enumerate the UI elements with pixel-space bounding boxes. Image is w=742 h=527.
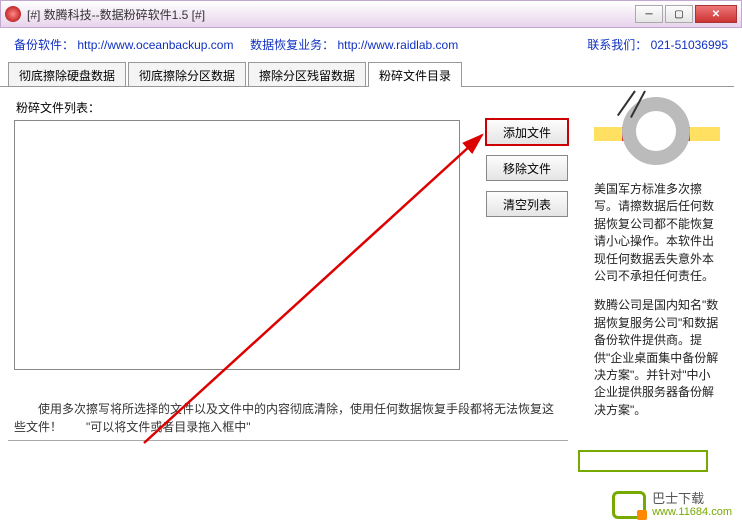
contact-value: 021-51036995: [651, 38, 728, 52]
description-text: 使用多次擦写将所选择的文件以及文件中的内容彻底清除，使用任何数据恢复手段都将无法…: [14, 400, 564, 436]
highlight-rect: [578, 450, 708, 472]
close-button[interactable]: ✕: [695, 5, 737, 23]
tab-erase-partition[interactable]: 彻底擦除分区数据: [128, 62, 246, 87]
watermark-url: www.11684.com: [652, 506, 732, 518]
info-text-1: 美国军方标准多次擦写。请擦数据后任何数据恢复公司都不能恢复请小心操作。本软件出现…: [594, 181, 722, 285]
contact-label: 联系我们：: [587, 38, 647, 52]
disk-diagram: [594, 93, 720, 173]
maximize-button[interactable]: ▢: [665, 5, 693, 23]
backup-label: 备份软件：: [14, 38, 74, 52]
tab-erase-disk[interactable]: 彻底擦除硬盘数据: [8, 62, 126, 87]
watermark-logo-icon: [612, 491, 646, 519]
file-list-label: 粉碎文件列表：: [16, 99, 586, 116]
window-title: [#] 数腾科技--数据粉碎软件1.5 [#]: [27, 6, 633, 23]
watermark: 巴士下载 www.11684.com: [612, 491, 732, 519]
tab-erase-residual[interactable]: 擦除分区残留数据: [248, 62, 366, 87]
tab-shred-files[interactable]: 粉碎文件目录: [368, 62, 462, 87]
recovery-label: 数据恢复业务：: [250, 38, 334, 52]
backup-link[interactable]: http://www.oceanbackup.com: [77, 38, 233, 52]
add-file-button[interactable]: 添加文件: [486, 119, 568, 145]
tab-bar: 彻底擦除硬盘数据 彻底擦除分区数据 擦除分区残留数据 粉碎文件目录: [0, 61, 742, 86]
titlebar: [#] 数腾科技--数据粉碎软件1.5 [#] ─ ▢ ✕: [0, 0, 742, 28]
remove-file-button[interactable]: 移除文件: [486, 155, 568, 181]
recovery-link[interactable]: http://www.raidlab.com: [337, 38, 458, 52]
header-info: 备份软件： http://www.oceanbackup.com 数据恢复业务：…: [0, 28, 742, 61]
info-text-2: 数腾公司是国内知名"数据恢复服务公司"和数据备份软件提供商。提供"企业桌面集中备…: [594, 297, 722, 419]
minimize-button[interactable]: ─: [635, 5, 663, 23]
clear-list-button[interactable]: 清空列表: [486, 191, 568, 217]
panel-border: [8, 440, 568, 441]
file-list-box[interactable]: [14, 120, 460, 370]
app-icon: [5, 6, 21, 22]
watermark-brand: 巴士下载: [652, 492, 732, 506]
